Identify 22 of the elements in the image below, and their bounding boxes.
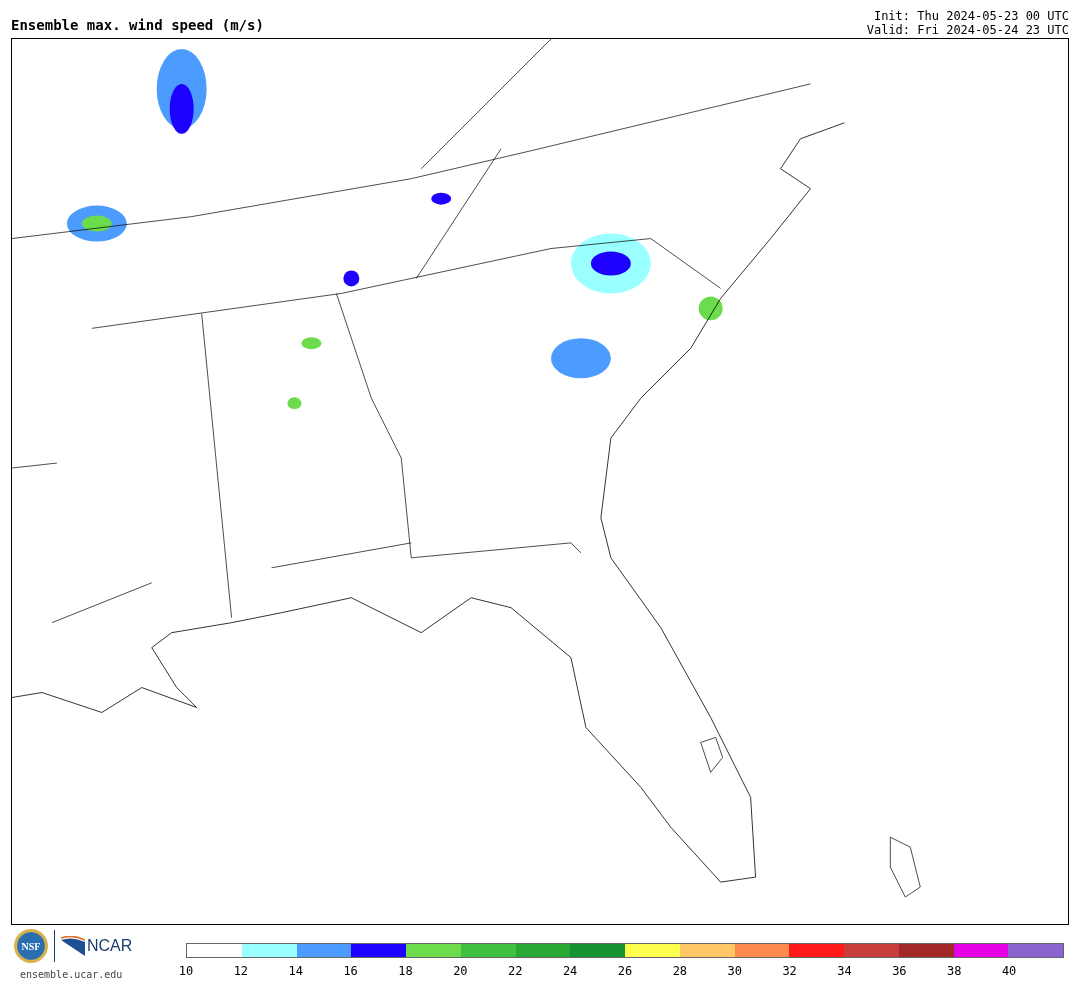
scale-tick-label: 26 [617, 964, 633, 978]
scale-tick-label: 40 [1001, 964, 1017, 978]
chart-title: Ensemble max. wind speed (m/s) [11, 17, 264, 35]
scale-tick-label: 18 [398, 964, 413, 978]
scale-tick-label: 22 [508, 964, 523, 978]
scale-tick-label: 36 [892, 964, 907, 978]
scale-tick-label: 28 [672, 964, 688, 978]
website-url: ensemble.ucar.edu [20, 969, 123, 980]
scale-tick-label: 20 [453, 964, 468, 978]
scale-tick-label: 12 [233, 964, 249, 978]
ncar-logo: NCAR [61, 936, 133, 956]
scale-tick-label: 34 [837, 964, 852, 978]
scale-tick-label: 14 [288, 964, 303, 978]
nsf-logo: NSF [14, 929, 48, 963]
init-time: Init: Thu 2024-05-23 00 UTC [873, 9, 1069, 23]
scale-tick-label: 30 [727, 964, 742, 978]
valid-time: Valid: Fri 2024-05-24 23 UTC [866, 23, 1069, 37]
scale-tick-label: 24 [562, 964, 578, 978]
scale-tick-label: 32 [782, 964, 797, 978]
scale-tick-label: 38 [947, 964, 962, 978]
scale-tick-label: 10 [178, 964, 194, 978]
scale-tick-label: 16 [343, 964, 358, 978]
